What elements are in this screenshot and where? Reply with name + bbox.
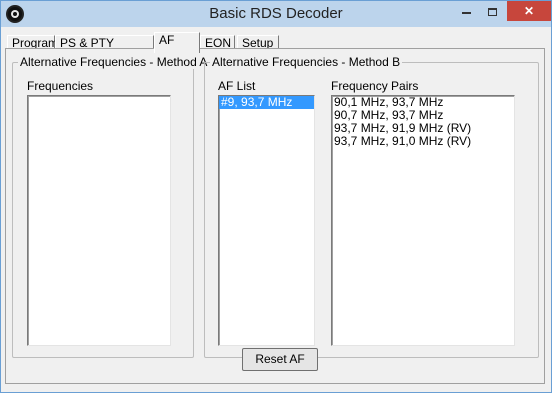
- af-listbox[interactable]: #9, 93,7 MHz: [218, 95, 315, 346]
- af-tab-panel: Alternative Frequencies - Method A Frequ…: [5, 48, 545, 384]
- close-button[interactable]: ✕: [507, 1, 551, 21]
- frequency-pairs-label: Frequency Pairs: [331, 79, 419, 93]
- tab-af[interactable]: AF: [154, 32, 200, 53]
- app-window: Basic RDS Decoder ✕ Program PS & PTY His…: [0, 0, 552, 393]
- method-b-group: Alternative Frequencies - Method B AF Li…: [204, 55, 539, 358]
- maximize-icon: [487, 7, 497, 16]
- frequencies-listbox[interactable]: [27, 95, 171, 346]
- pair-item[interactable]: 93,7 MHz, 91,0 MHz (RV): [332, 135, 514, 148]
- client-area: Program PS & PTY History AF EON Setup Al…: [1, 27, 551, 392]
- af-list-item-selected[interactable]: #9, 93,7 MHz: [219, 96, 314, 109]
- reset-af-button[interactable]: Reset AF: [242, 348, 318, 371]
- close-icon: ✕: [523, 4, 535, 18]
- af-list-label: AF List: [218, 79, 256, 93]
- method-b-title: Alternative Frequencies - Method B: [210, 55, 403, 69]
- maximize-button[interactable]: [479, 1, 505, 21]
- method-a-title: Alternative Frequencies - Method A: [18, 55, 210, 69]
- frequencies-label: Frequencies: [27, 79, 94, 93]
- method-a-group: Alternative Frequencies - Method A Frequ…: [12, 55, 210, 358]
- frequency-pairs-listbox[interactable]: 90,1 MHz, 93,7 MHz 90,7 MHz, 93,7 MHz 93…: [331, 95, 515, 346]
- minimize-icon: [461, 11, 471, 14]
- minimize-button[interactable]: [453, 1, 479, 21]
- title-bar[interactable]: Basic RDS Decoder ✕: [1, 1, 551, 27]
